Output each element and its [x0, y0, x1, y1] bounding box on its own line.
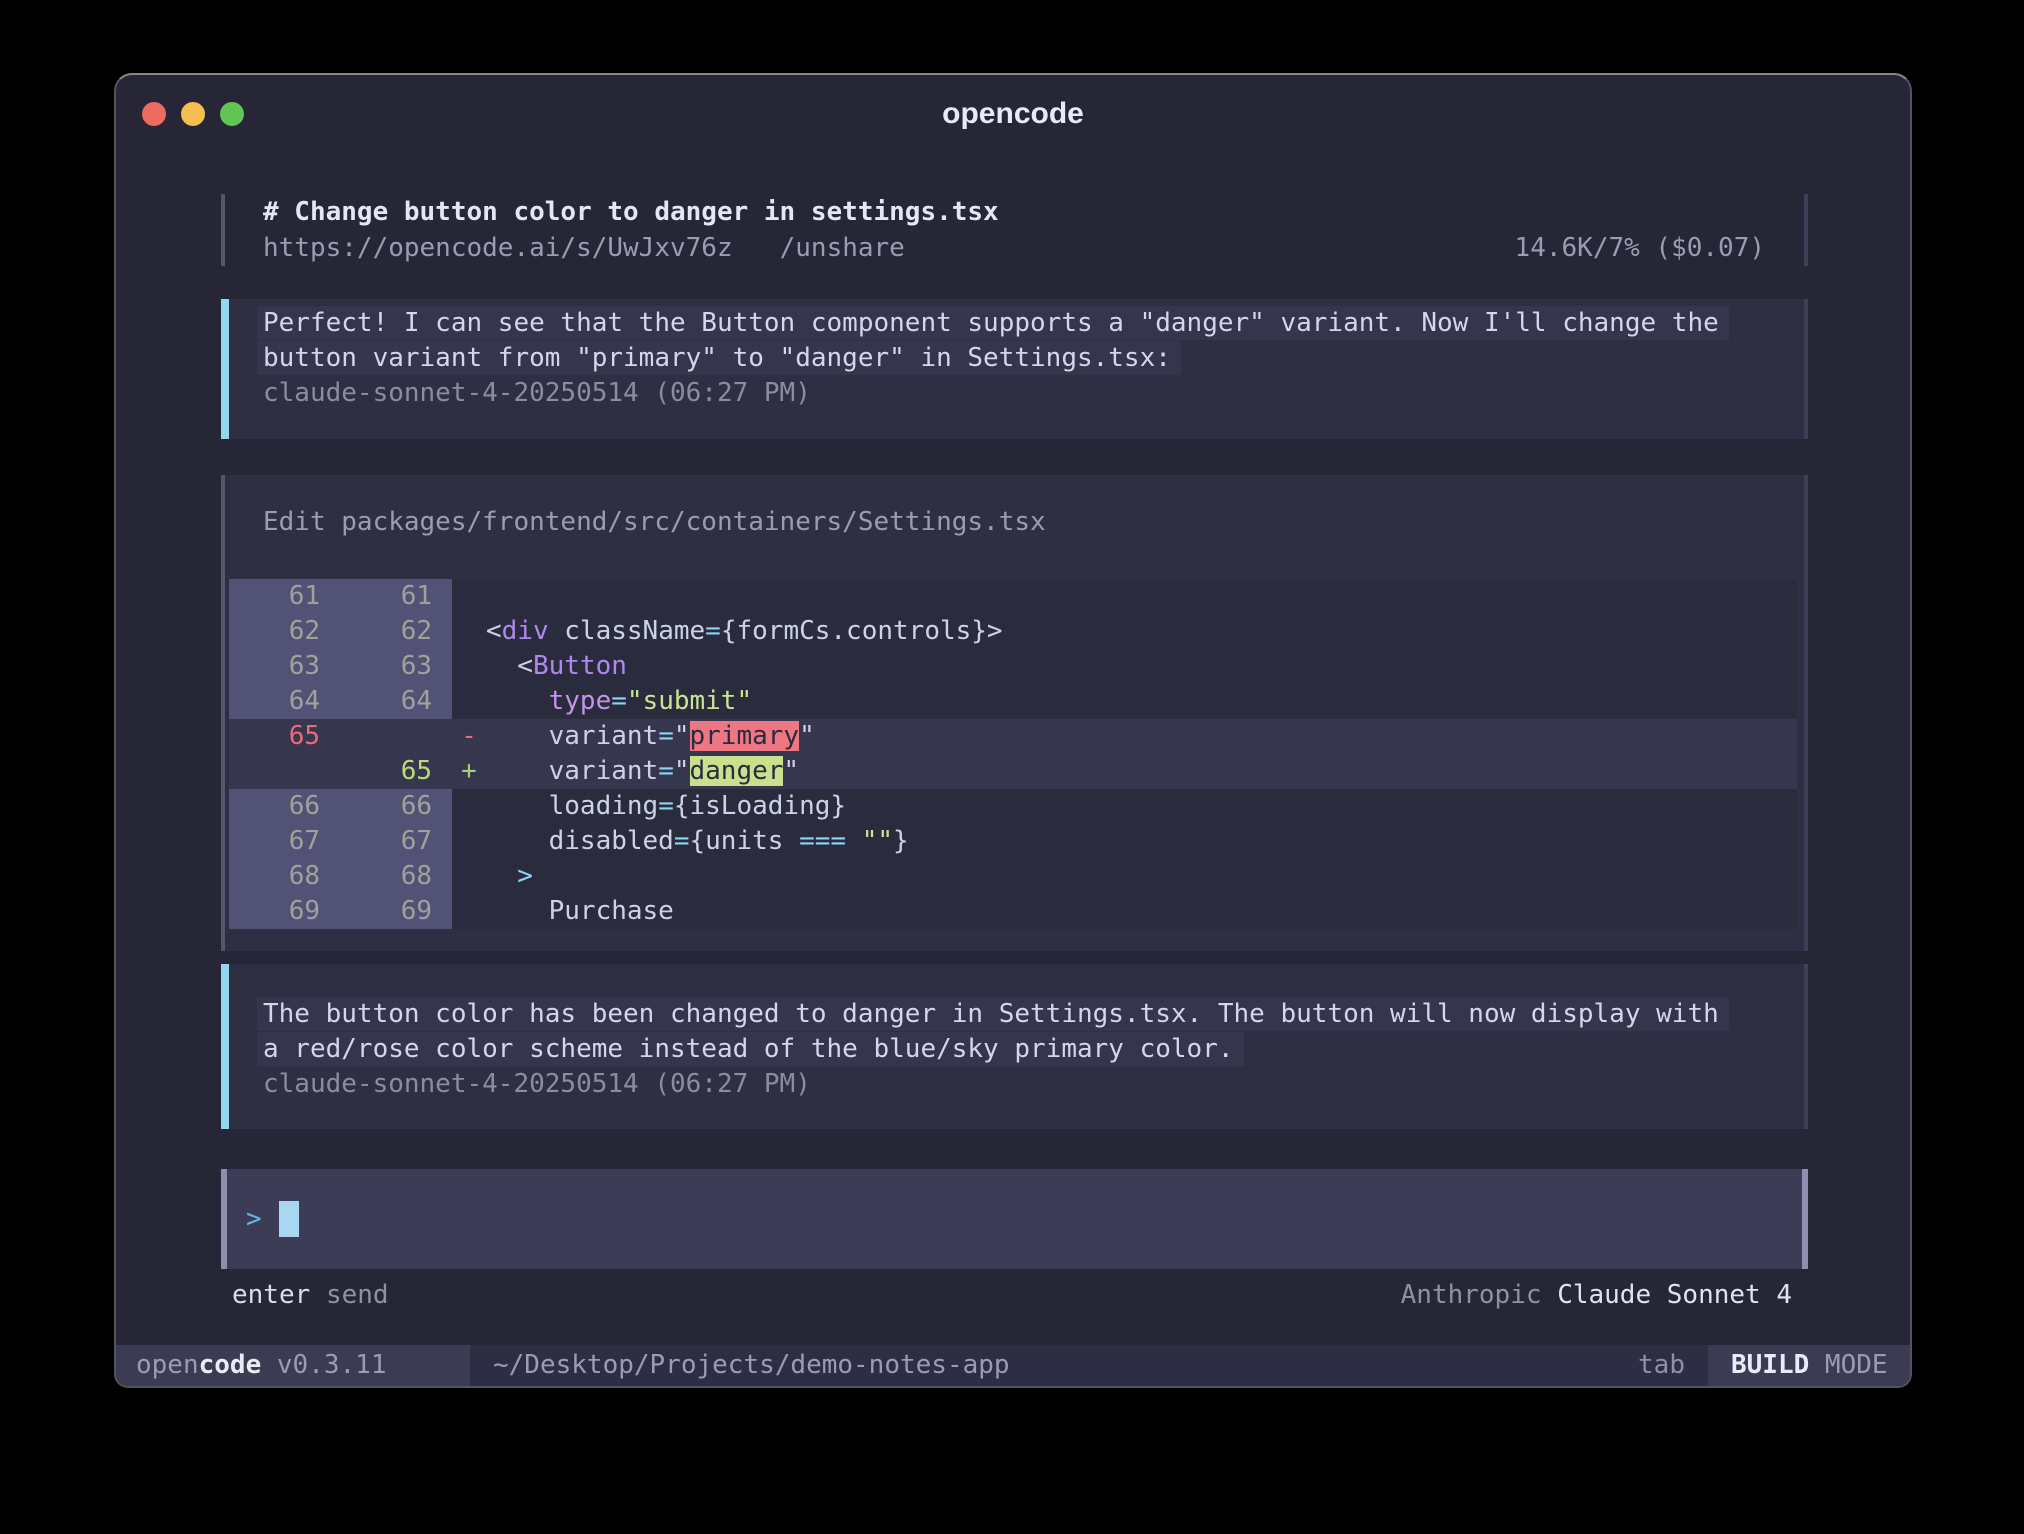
old-line-number: 66 — [229, 789, 341, 824]
new-line-number: 69 — [341, 894, 452, 929]
old-line-number — [229, 754, 341, 789]
diff-row: 6464 type="submit" — [229, 684, 1797, 719]
diff-row: 6262 <div className={formCs.controls}> — [229, 614, 1797, 649]
mode-chip[interactable]: BUILD MODE — [1708, 1345, 1910, 1386]
diff-row: 6969 Purchase — [229, 894, 1797, 929]
diff-row: 65 - variant="primary" — [229, 719, 1797, 754]
old-line-number: 65 — [229, 719, 341, 754]
window-title: opencode — [942, 97, 1084, 131]
old-line-number: 63 — [229, 649, 341, 684]
send-action-hint: send — [326, 1278, 389, 1313]
diff-view: 61616262 <div className={formCs.controls}… — [229, 579, 1797, 929]
session-title: # Change button color to danger in setti… — [263, 194, 1765, 230]
minimize-button[interactable] — [181, 102, 205, 126]
close-button[interactable] — [142, 102, 166, 126]
unshare-command: /unshare — [780, 230, 905, 266]
opencode-window: opencode # Change button color to danger… — [114, 73, 1912, 1388]
diff-sign: + — [452, 754, 486, 789]
share-url-link[interactable]: https://opencode.ai/s/UwJxv76z — [263, 230, 733, 266]
assistant-message: The button color has been changed to dan… — [221, 964, 1808, 1129]
diff-sign — [452, 614, 486, 649]
diff-code-line: Purchase — [486, 894, 1797, 929]
token-usage-cost: 14.6K/7% ($0.07) — [1515, 230, 1765, 266]
diff-sign: - — [452, 719, 486, 754]
input-hints-row: enter send Anthropic Claude Sonnet 4 — [221, 1278, 1808, 1313]
send-action-hint — [310, 1278, 326, 1313]
new-line-number: 65 — [341, 754, 452, 789]
model-indicator: Anthropic Claude Sonnet 4 — [1401, 1278, 1792, 1313]
prompt-chevron: > — [246, 1204, 262, 1234]
maximize-button[interactable] — [220, 102, 244, 126]
diff-row: 6868 > — [229, 859, 1797, 894]
old-line-number: 64 — [229, 684, 341, 719]
edit-tool-card: Edit packages/frontend/src/containers/Se… — [221, 475, 1808, 951]
diff-sign — [452, 894, 486, 929]
app-version: v0.3.11 — [261, 1350, 386, 1380]
app-name-open: open — [136, 1350, 199, 1380]
message-text-line: Perfect! I can see that the Button compo… — [263, 306, 1804, 341]
diff-code-line: variant="danger" — [486, 754, 1797, 789]
diff-code-line: <div className={formCs.controls}> — [486, 614, 1797, 649]
status-bar: opencode v0.3.11 ~/Desktop/Projects/demo… — [116, 1345, 1910, 1386]
traffic-lights — [142, 75, 244, 153]
diff-sign — [452, 684, 486, 719]
diff-row: 65+ variant="danger" — [229, 754, 1797, 789]
session-header: # Change button color to danger in setti… — [221, 194, 1808, 266]
message-text-line: button variant from "primary" to "danger… — [263, 341, 1804, 376]
diff-code-line — [486, 579, 1797, 614]
prompt-input[interactable]: > — [221, 1169, 1808, 1269]
message-model-timestamp: claude-sonnet-4-20250514 (06:27 PM) — [263, 376, 1804, 411]
message-text-line: The button color has been changed to dan… — [263, 997, 1804, 1032]
new-line-number: 68 — [341, 859, 452, 894]
diff-row: 6161 — [229, 579, 1797, 614]
mode-label-bold: BUILD — [1731, 1350, 1809, 1380]
new-line-number: 63 — [341, 649, 452, 684]
old-line-number: 68 — [229, 859, 341, 894]
diff-row: 6363 <Button — [229, 649, 1797, 684]
new-line-number: 61 — [341, 579, 452, 614]
new-line-number: 64 — [341, 684, 452, 719]
app-version-chip: opencode v0.3.11 — [116, 1345, 470, 1386]
app-name-code: code — [199, 1350, 262, 1380]
provider-name: Anthropic — [1401, 1280, 1542, 1310]
diff-code-line: > — [486, 859, 1797, 894]
diff-code-line: disabled={units === ""} — [486, 824, 1797, 859]
tab-key-hint: tab — [1638, 1345, 1685, 1386]
diff-code-line: loading={isLoading} — [486, 789, 1797, 824]
old-line-number: 61 — [229, 579, 341, 614]
mode-label-rest: MODE — [1809, 1350, 1887, 1380]
diff-sign — [452, 824, 486, 859]
old-line-number: 62 — [229, 614, 341, 649]
new-line-number — [341, 719, 452, 754]
working-directory: ~/Desktop/Projects/demo-notes-app — [493, 1345, 1010, 1386]
diff-code-line: variant="primary" — [486, 719, 1797, 754]
diff-sign — [452, 789, 486, 824]
assistant-message: Perfect! I can see that the Button compo… — [221, 299, 1808, 439]
diff-row: 6767 disabled={units === ""} — [229, 824, 1797, 859]
message-model-timestamp: claude-sonnet-4-20250514 (06:27 PM) — [263, 1067, 1804, 1102]
enter-key-hint: enter — [232, 1278, 310, 1313]
model-name: Claude Sonnet 4 — [1557, 1280, 1792, 1310]
new-line-number: 67 — [341, 824, 452, 859]
new-line-number: 62 — [341, 614, 452, 649]
diff-sign — [452, 859, 486, 894]
new-line-number: 66 — [341, 789, 452, 824]
text-cursor — [279, 1201, 299, 1237]
diff-sign — [452, 649, 486, 684]
diff-code-line: type="submit" — [486, 684, 1797, 719]
edit-file-path: Edit packages/frontend/src/containers/Se… — [225, 505, 1804, 540]
message-text-line: a red/rose color scheme instead of the b… — [263, 1032, 1804, 1067]
window-titlebar[interactable]: opencode — [116, 75, 1910, 153]
old-line-number: 67 — [229, 824, 341, 859]
diff-row: 6666 loading={isLoading} — [229, 789, 1797, 824]
diff-sign — [452, 579, 486, 614]
old-line-number: 69 — [229, 894, 341, 929]
diff-code-line: <Button — [486, 649, 1797, 684]
